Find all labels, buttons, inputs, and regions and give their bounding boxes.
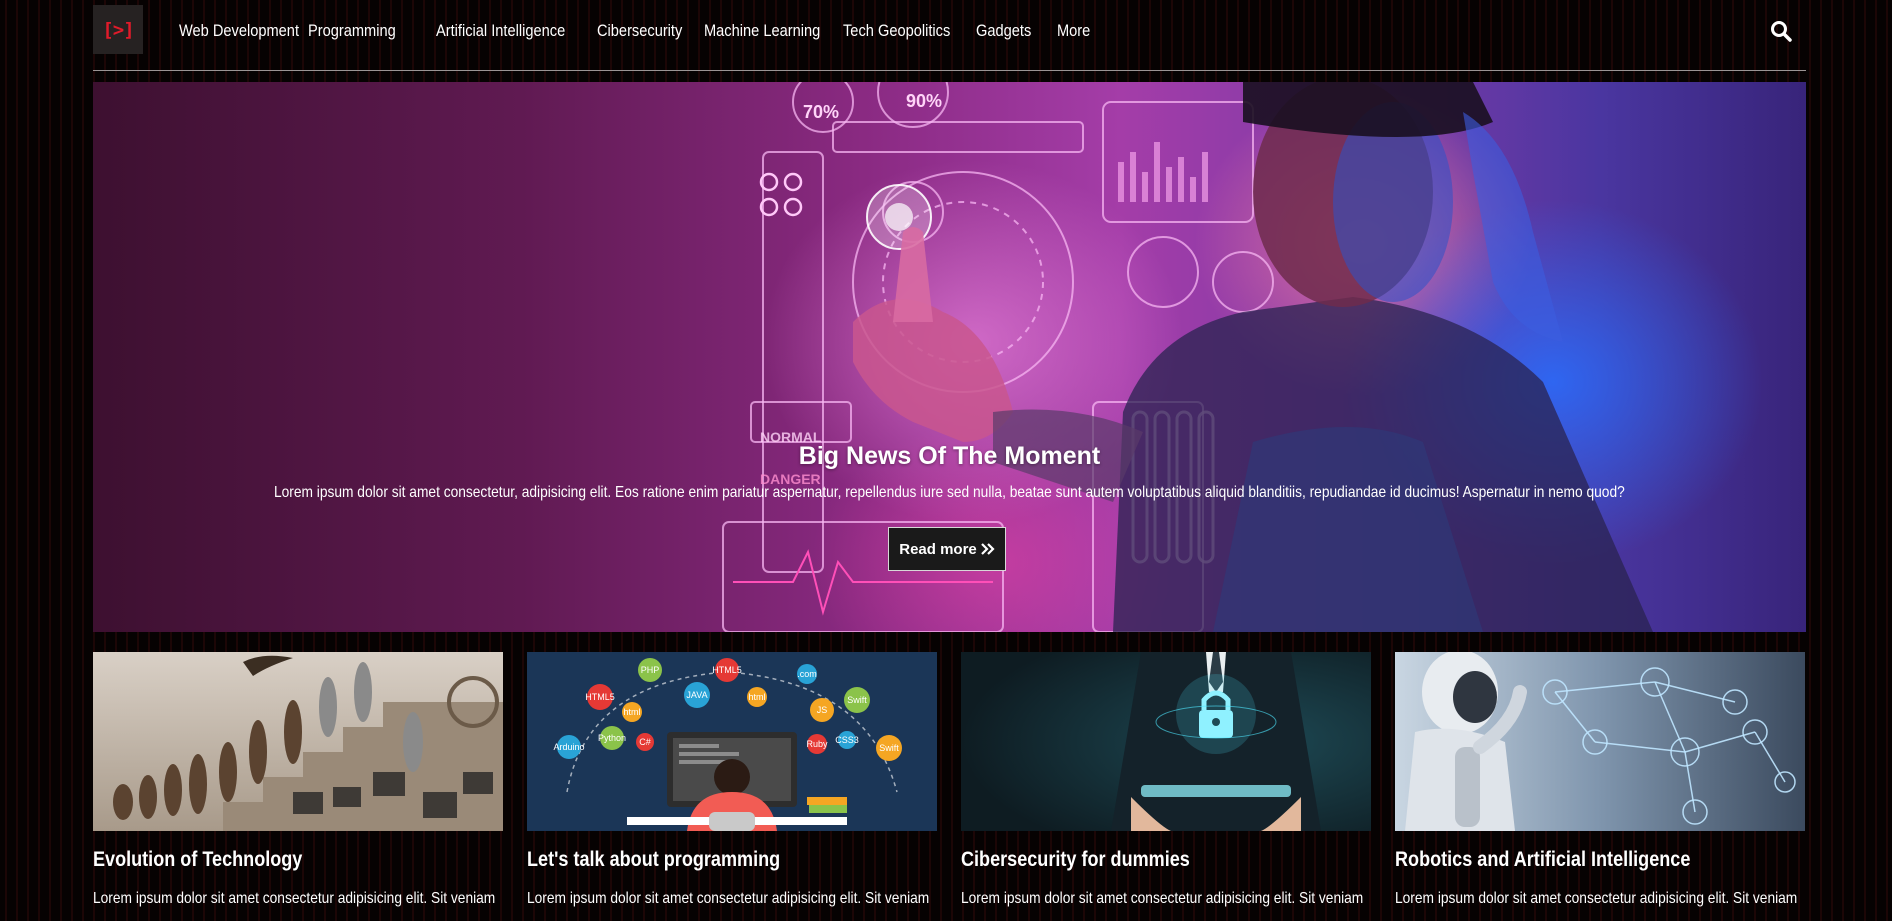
bubble-csharp: C# xyxy=(639,737,651,747)
card-title[interactable]: Cibersecurity for dummies xyxy=(961,848,1190,872)
nav-item-gadgets[interactable]: Gadgets xyxy=(976,21,1031,41)
bubble-python: Python xyxy=(598,733,626,743)
card-title[interactable]: Robotics and Artificial Intelligence xyxy=(1395,848,1690,872)
read-more-button[interactable]: Read more xyxy=(888,527,1006,571)
article-cards: Evolution of Technology Lorem ipsum dolo… xyxy=(93,652,1806,921)
card-title[interactable]: Let's talk about programming xyxy=(527,848,780,872)
article-card-robotics[interactable]: Robotics and Artificial Intelligence Lor… xyxy=(1395,652,1805,907)
top-nav: [>] Web Development Programming Artifici… xyxy=(93,0,1806,72)
card-image-robotics[interactable] xyxy=(1395,652,1805,831)
card-image-evolution[interactable] xyxy=(93,652,503,831)
bubble-js: JS xyxy=(817,705,828,715)
nav-item-tech-geopolitics[interactable]: Tech Geopolitics xyxy=(843,21,950,41)
nav-item-more[interactable]: More xyxy=(1057,21,1090,41)
bubble-html-2: html xyxy=(748,692,765,702)
bubble-html5: HTML5 xyxy=(712,665,742,675)
nav-item-web-development[interactable]: Web Development xyxy=(179,21,299,41)
search-icon[interactable] xyxy=(1770,20,1792,42)
bubble-swift-2: Swift xyxy=(879,743,899,753)
nav-item-artificial-intelligence[interactable]: Artificial Intelligence xyxy=(436,21,565,41)
hero-description-text: Lorem ipsum dolor sit amet consectetur, … xyxy=(274,484,1625,501)
card-image-programming[interactable]: PHP HTML5 .com HTML5 JAVA html html JS S… xyxy=(527,652,937,831)
hud-label-70: 70% xyxy=(803,102,839,122)
hud-label-90: 90% xyxy=(906,91,942,111)
double-chevron-right-icon xyxy=(980,543,995,555)
hero-banner: 70% 90% NORMAL DANGER Big News Of The Mo… xyxy=(93,82,1806,632)
card-excerpt: Lorem ipsum dolor sit amet consectetur a… xyxy=(961,890,1364,907)
article-card-programming[interactable]: PHP HTML5 .com HTML5 JAVA html html JS S… xyxy=(527,652,937,907)
logo-text: [>] xyxy=(102,18,134,41)
bubble-java: JAVA xyxy=(686,690,707,700)
card-excerpt: Lorem ipsum dolor sit amet consectetur a… xyxy=(527,890,930,907)
bubble-swift: Swift xyxy=(847,695,867,705)
nav-item-cibersecurity[interactable]: Cibersecurity xyxy=(597,21,682,41)
hero-title: Big News Of The Moment xyxy=(798,442,1101,470)
card-excerpt: Lorem ipsum dolor sit amet consectetur a… xyxy=(93,890,496,907)
bubble-php: PHP xyxy=(641,665,660,675)
bubble-html: html xyxy=(623,707,640,717)
nav-item-machine-learning[interactable]: Machine Learning xyxy=(704,21,820,41)
hero-description: Lorem ipsum dolor sit amet consectetur, … xyxy=(93,484,1806,502)
bubble-com: .com xyxy=(797,669,817,679)
card-excerpt: Lorem ipsum dolor sit amet consectetur a… xyxy=(1395,890,1798,907)
nav-item-programming[interactable]: Programming xyxy=(308,21,396,41)
site-logo[interactable]: [>] xyxy=(93,5,143,54)
card-image-cibersecurity[interactable] xyxy=(961,652,1371,831)
card-title[interactable]: Evolution of Technology xyxy=(93,848,302,872)
bubble-html5-2: HTML5 xyxy=(585,692,615,702)
article-card-evolution[interactable]: Evolution of Technology Lorem ipsum dolo… xyxy=(93,652,503,907)
bubble-ruby: Ruby xyxy=(806,739,828,749)
bubble-arduino: Arduino xyxy=(553,742,584,752)
bubble-css3: CSS3 xyxy=(835,735,859,745)
read-more-label: Read more xyxy=(899,540,977,558)
article-card-cibersecurity[interactable]: Cibersecurity for dummies Lorem ipsum do… xyxy=(961,652,1371,907)
nav-divider xyxy=(93,70,1806,71)
